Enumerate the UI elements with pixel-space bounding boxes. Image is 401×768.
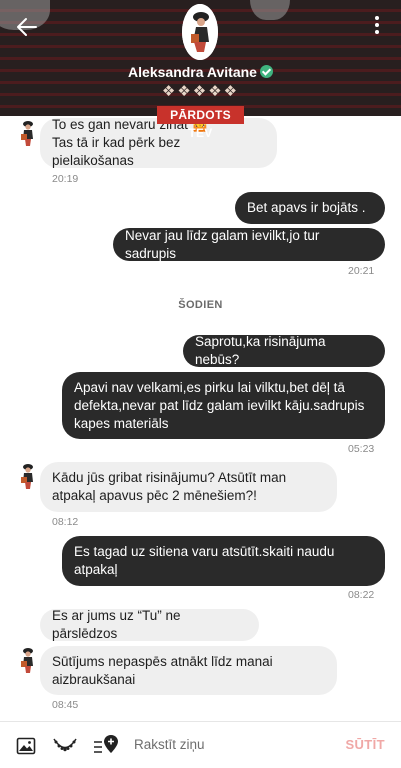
send-button[interactable]: SŪTĪT bbox=[345, 737, 385, 752]
message-timestamp: 08:45 bbox=[52, 699, 79, 711]
message-bubble-outgoing: Saprotu,ka risinājuma nebūs? bbox=[183, 334, 385, 367]
message-timestamp: 08:22 bbox=[348, 589, 375, 601]
message-timestamp: 08:12 bbox=[52, 516, 79, 528]
message-bubble-incoming: Sūtījums nepaspēs atnākt līdz manai aizb… bbox=[40, 646, 337, 695]
chat-header: Aleksandra Avitane ❖❖❖❖❖ bbox=[0, 0, 401, 116]
message-text-line: Sūtījums nepaspēs atnākt līdz manai bbox=[52, 653, 273, 669]
message-bubble-outgoing: Nevar jau līdz galam ievilkt,jo tur sadr… bbox=[113, 228, 385, 261]
message-text-line: defekta,nevar pat līdz galam ievilkt kāj… bbox=[74, 397, 365, 413]
sold-status-badge: PĀRDOTS TEV bbox=[157, 106, 244, 140]
seller-avatar[interactable] bbox=[182, 4, 218, 60]
back-arrow-icon[interactable] bbox=[12, 12, 42, 42]
add-location-icon[interactable] bbox=[92, 733, 120, 757]
message-text-line: Es ar jums uz “Tu” ne pārslēdzos bbox=[52, 608, 181, 641]
message-text-line: Tas tā ir kad pērk bez pielaikošanas bbox=[52, 135, 181, 168]
more-options-icon[interactable] bbox=[373, 14, 381, 38]
message-timestamp: 20:21 bbox=[348, 265, 375, 277]
message-text-line: Apavi nav velkami,es pirku lai vilktu,be… bbox=[74, 379, 345, 395]
message-text-line: aizbraukšanai bbox=[52, 671, 136, 687]
date-divider: ŠODIEN bbox=[178, 299, 223, 311]
message-text-line: Bet apavs ir bojāts . bbox=[247, 200, 366, 215]
necklace-icon[interactable] bbox=[52, 736, 78, 756]
message-composer: Rakstīt ziņu SŪTĪT bbox=[0, 721, 401, 768]
message-bubble-incoming: Kādu jūs gribat risinājumu? Atsūtīt man … bbox=[40, 462, 337, 512]
message-bubble-outgoing: Apavi nav velkami,es pirku lai vilktu,be… bbox=[62, 372, 385, 439]
seller-name-text: Aleksandra Avitane bbox=[128, 64, 257, 80]
message-text-line: Es tagad uz sitiena varu atsūtīt.skaiti … bbox=[74, 544, 335, 559]
seller-avatar-image bbox=[182, 4, 218, 60]
message-text-line: Kādu jūs gribat risinājumu? Atsūtīt man bbox=[52, 470, 287, 485]
seller-message-avatar bbox=[21, 464, 33, 489]
message-bubble-incoming: To es gan nevaru zināt 🤷 Tas tā ir kad p… bbox=[40, 117, 277, 168]
image-icon[interactable] bbox=[16, 736, 36, 756]
message-timestamp: 05:23 bbox=[348, 443, 375, 455]
message-text-line: atpakaļ bbox=[74, 562, 118, 577]
seller-rating-stars: ❖❖❖❖❖ bbox=[161, 83, 240, 100]
seller-message-avatar bbox=[21, 121, 33, 146]
message-bubble-incoming: Es ar jums uz “Tu” ne pārslēdzos bbox=[40, 608, 259, 641]
message-text-line: kapes materiāls bbox=[74, 415, 169, 431]
message-text-line: Saprotu,ka risinājuma nebūs? bbox=[195, 334, 326, 367]
message-timestamp: 20:19 bbox=[52, 173, 79, 185]
message-text-line: Nevar jau līdz galam ievilkt,jo tur sadr… bbox=[125, 227, 320, 261]
seller-name[interactable]: Aleksandra Avitane bbox=[0, 64, 401, 80]
message-bubble-outgoing: Bet apavs ir bojāts . bbox=[235, 192, 385, 224]
message-text-line: atpakaļ apavus pēc 2 mēnešiem?! bbox=[52, 488, 257, 503]
verified-check-icon bbox=[259, 65, 273, 78]
message-input[interactable]: Rakstīt ziņu bbox=[134, 737, 205, 752]
header-background-shape bbox=[250, 0, 290, 20]
seller-message-avatar bbox=[21, 648, 33, 673]
message-bubble-outgoing: Es tagad uz sitiena varu atsūtīt.skaiti … bbox=[62, 536, 385, 586]
